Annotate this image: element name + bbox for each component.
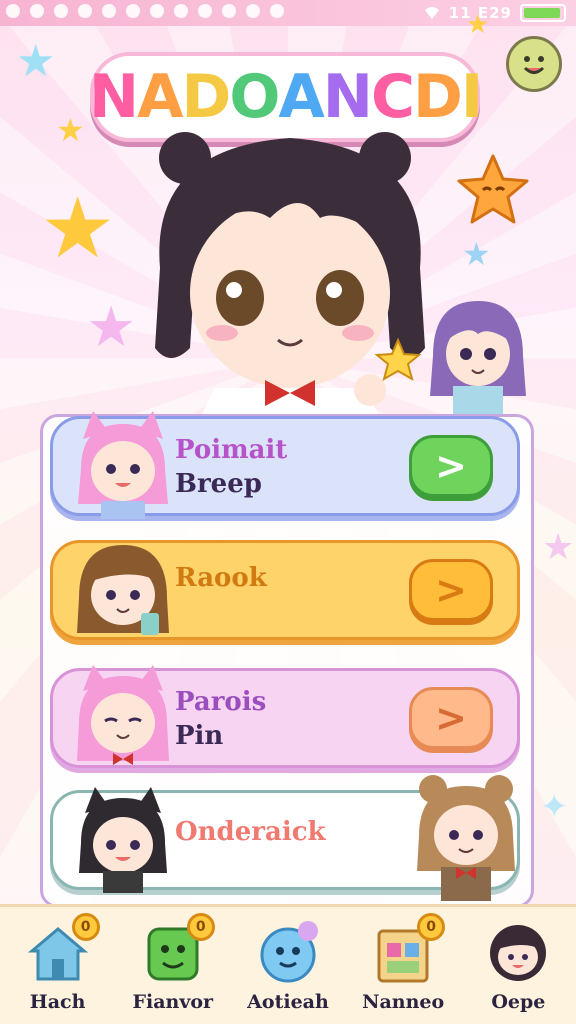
menu-card-onderaick[interactable]: Onderaick xyxy=(50,775,520,901)
star-icon: ★ xyxy=(462,235,491,273)
shop-box-icon: 0 xyxy=(371,913,446,985)
menu-card-poimait[interactable]: Poimait Breep > xyxy=(50,411,520,519)
nav-label: Nanneo xyxy=(362,991,445,1013)
black-cat-boy-avatar xyxy=(79,787,167,893)
card-text: Poimait Breep xyxy=(175,433,287,501)
battery-level xyxy=(524,8,561,18)
nav-item-oepe[interactable]: Oepe xyxy=(463,915,573,1023)
card-title: Onderaick xyxy=(175,817,326,847)
star-icon: ★ xyxy=(466,10,490,40)
card-subtitle: Breep xyxy=(175,469,262,499)
girl-avatar-icon xyxy=(486,921,550,985)
card-title: Poimait xyxy=(175,435,288,465)
status-decoration xyxy=(6,4,284,18)
pink-hair-girl-avatar xyxy=(77,665,169,765)
nav-item-hach[interactable]: 0 Hach xyxy=(3,913,113,1023)
chevron-right-icon: > xyxy=(435,568,467,612)
wifi-icon xyxy=(424,7,439,19)
bear-girl-avatar xyxy=(417,775,515,901)
star-icon: ★ xyxy=(40,179,116,277)
star-icon: ★ xyxy=(16,36,56,87)
star-icon: ★ xyxy=(542,527,575,568)
card-subtitle: Pin xyxy=(175,721,224,751)
card-text: Raook xyxy=(175,561,267,595)
profile-button[interactable] xyxy=(506,36,562,92)
nav-label: Oepe xyxy=(491,991,546,1013)
star-icon: ★ xyxy=(86,295,137,360)
nav-item-aotieah[interactable]: Aotieah xyxy=(233,915,343,1023)
chevron-right-icon: > xyxy=(435,444,467,488)
battery-icon xyxy=(520,4,566,22)
card-text: Onderaick xyxy=(175,815,326,849)
blue-blob-icon xyxy=(256,921,320,985)
status-bar: 11 E29 xyxy=(0,0,576,26)
nav-item-nanneo[interactable]: 0 Nanneo xyxy=(348,913,458,1023)
card-text: Parois Pin xyxy=(175,685,266,753)
nav-badge: 0 xyxy=(186,913,215,941)
star-icon: ✦ xyxy=(540,787,569,827)
menu-card-raook[interactable]: Raook > xyxy=(50,540,520,640)
title-letter: I xyxy=(460,62,483,132)
nav-item-fianvor[interactable]: 0 Fianvor xyxy=(118,913,228,1023)
chevron-right-icon: > xyxy=(435,696,467,740)
brown-hair-girl-avatar xyxy=(77,545,169,635)
nav-label: Hach xyxy=(29,991,86,1013)
star-mascot-icon xyxy=(457,154,529,224)
nav-badge: 0 xyxy=(417,913,446,941)
side-character-illustration xyxy=(430,301,526,416)
menu-card-parois[interactable]: Parois Pin > xyxy=(50,665,520,768)
house-icon: 0 xyxy=(26,913,100,985)
card-title: Raook xyxy=(175,563,267,593)
star-icon: ★ xyxy=(56,111,85,149)
nav-label: Aotieah xyxy=(247,991,329,1013)
card-title: Parois xyxy=(175,687,267,717)
nav-badge: 0 xyxy=(71,913,100,941)
main-character-illustration xyxy=(155,132,425,418)
nav-label: Fianvor xyxy=(132,991,214,1013)
go-button[interactable]: > xyxy=(409,687,493,749)
title-letter: N xyxy=(88,62,139,132)
pink-cat-girl-avatar xyxy=(78,411,168,519)
go-button[interactable]: > xyxy=(409,435,493,497)
bottom-navigation: 0 Hach 0 Fianvor Aotieah 0 Nanneo Oepe xyxy=(0,904,576,1024)
smiley-face-icon xyxy=(523,56,545,74)
go-button[interactable]: > xyxy=(409,559,493,621)
green-monster-icon: 0 xyxy=(141,913,215,985)
